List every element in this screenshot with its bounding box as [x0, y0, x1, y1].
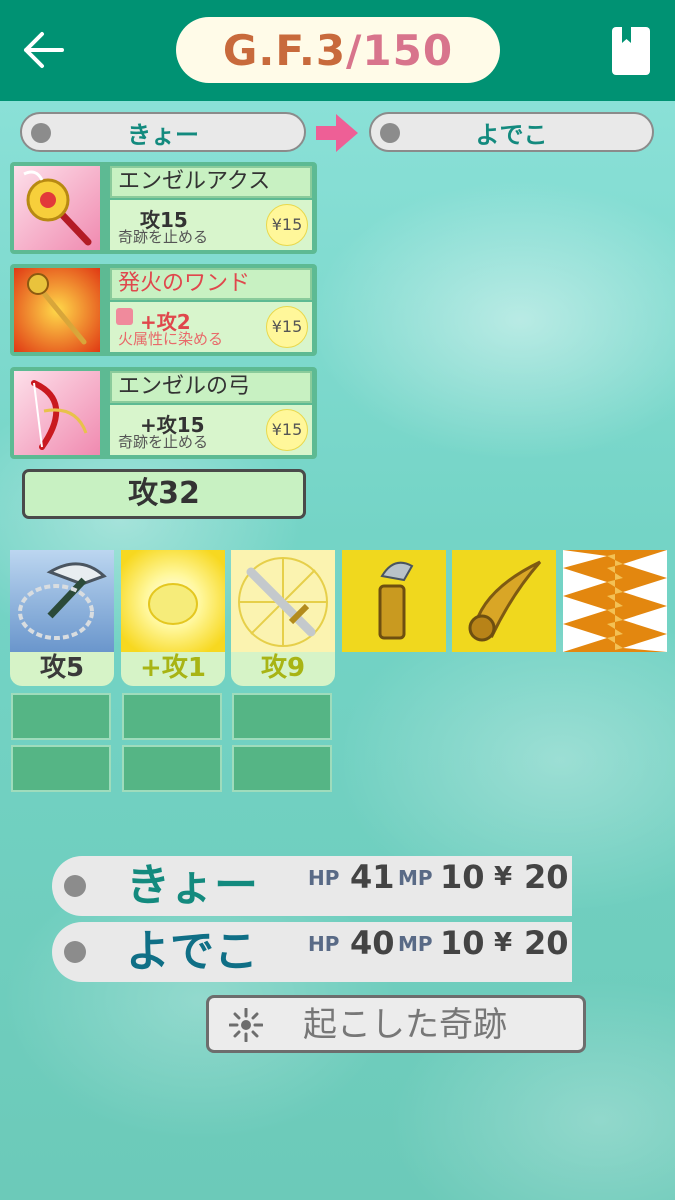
item-price-badge: ¥15: [266, 409, 308, 451]
yen-label: ¥: [494, 928, 513, 958]
player-name: よでこ: [126, 926, 258, 977]
hp-label: HP: [308, 866, 340, 890]
hp-value: 40: [350, 924, 395, 962]
miracles-label: 起こした奇跡: [303, 1005, 507, 1045]
chain-axe-icon[interactable]: [10, 550, 114, 652]
item-card-fire-wand[interactable]: 発火のワンド +攻2 火属性に染める ¥15: [10, 264, 317, 356]
mp-value: 10: [440, 924, 485, 962]
inventory-label: 攻5: [10, 652, 114, 686]
empty-slot[interactable]: [122, 745, 222, 792]
miracles-occurred-button[interactable]: 起こした奇跡: [206, 995, 586, 1053]
right-arrow-icon: [316, 114, 358, 152]
status-dot: [31, 123, 51, 143]
title-total: /150: [346, 25, 454, 75]
item-price-badge: ¥15: [266, 306, 308, 348]
player-status-yodeko[interactable]: よでこ HP 40 MP 10 ¥ 20: [52, 922, 572, 982]
mp-label: MP: [398, 932, 433, 956]
angel-axe-icon: [14, 166, 100, 250]
bookmark-book-icon[interactable]: [612, 27, 650, 75]
yen-label: ¥: [494, 862, 513, 892]
inventory-label: +攻1: [121, 652, 225, 686]
to-player-pill: よでこ: [369, 112, 654, 152]
player-status-kyo[interactable]: きょー HP 41 MP 10 ¥ 20: [52, 856, 572, 916]
hp-value: 41: [350, 858, 395, 896]
yen-value: 20: [524, 924, 569, 962]
sparkle-icon: [229, 1008, 263, 1042]
item-price-badge: ¥15: [266, 204, 308, 246]
mp-label: MP: [398, 866, 433, 890]
item-card-angel-axe[interactable]: エンゼルアクス 攻15 奇跡を止める ¥15: [10, 162, 317, 254]
golden-horn-icon[interactable]: [452, 550, 556, 652]
item-desc: 奇跡を止める: [118, 228, 209, 246]
angel-bow-icon: [14, 371, 100, 455]
empty-slot[interactable]: [11, 745, 111, 792]
from-player-name: きょー: [127, 120, 199, 149]
item-desc: 奇跡を止める: [118, 433, 209, 451]
item-name: エンゼルアクス: [110, 166, 312, 198]
item-desc: 火属性に染める: [118, 330, 224, 348]
empty-slot[interactable]: [232, 745, 332, 792]
to-player-name: よでこ: [475, 120, 548, 149]
item-name: 発火のワンド: [110, 268, 312, 300]
fire-wand-icon: [14, 268, 100, 352]
inventory-label: 攻9: [231, 652, 335, 686]
empty-slot[interactable]: [11, 693, 111, 740]
empty-slot[interactable]: [122, 693, 222, 740]
item-name: エンゼルの弓: [110, 371, 312, 403]
glowing-orb-icon[interactable]: [121, 550, 225, 652]
yen-value: 20: [524, 858, 569, 896]
back-arrow-icon[interactable]: [20, 26, 68, 74]
holy-sword-icon[interactable]: [231, 550, 335, 652]
status-dot: [380, 123, 400, 143]
game-title: G.F.3 /150: [176, 17, 500, 83]
status-dot: [64, 875, 86, 897]
hp-label: HP: [308, 932, 340, 956]
player-name: きょー: [126, 860, 258, 911]
mp-value: 10: [440, 858, 485, 896]
title-progress: G.F.3: [222, 25, 347, 75]
golden-crystal-icon[interactable]: [342, 550, 446, 652]
flame-wave-icon[interactable]: [563, 550, 667, 652]
item-card-angel-bow[interactable]: エンゼルの弓 +攻15 奇跡を止める ¥15: [10, 367, 317, 459]
fire-element-icon: [116, 308, 133, 325]
from-player-pill: きょー: [20, 112, 306, 152]
total-attack: 攻32: [22, 469, 306, 519]
empty-slot[interactable]: [232, 693, 332, 740]
status-dot: [64, 941, 86, 963]
